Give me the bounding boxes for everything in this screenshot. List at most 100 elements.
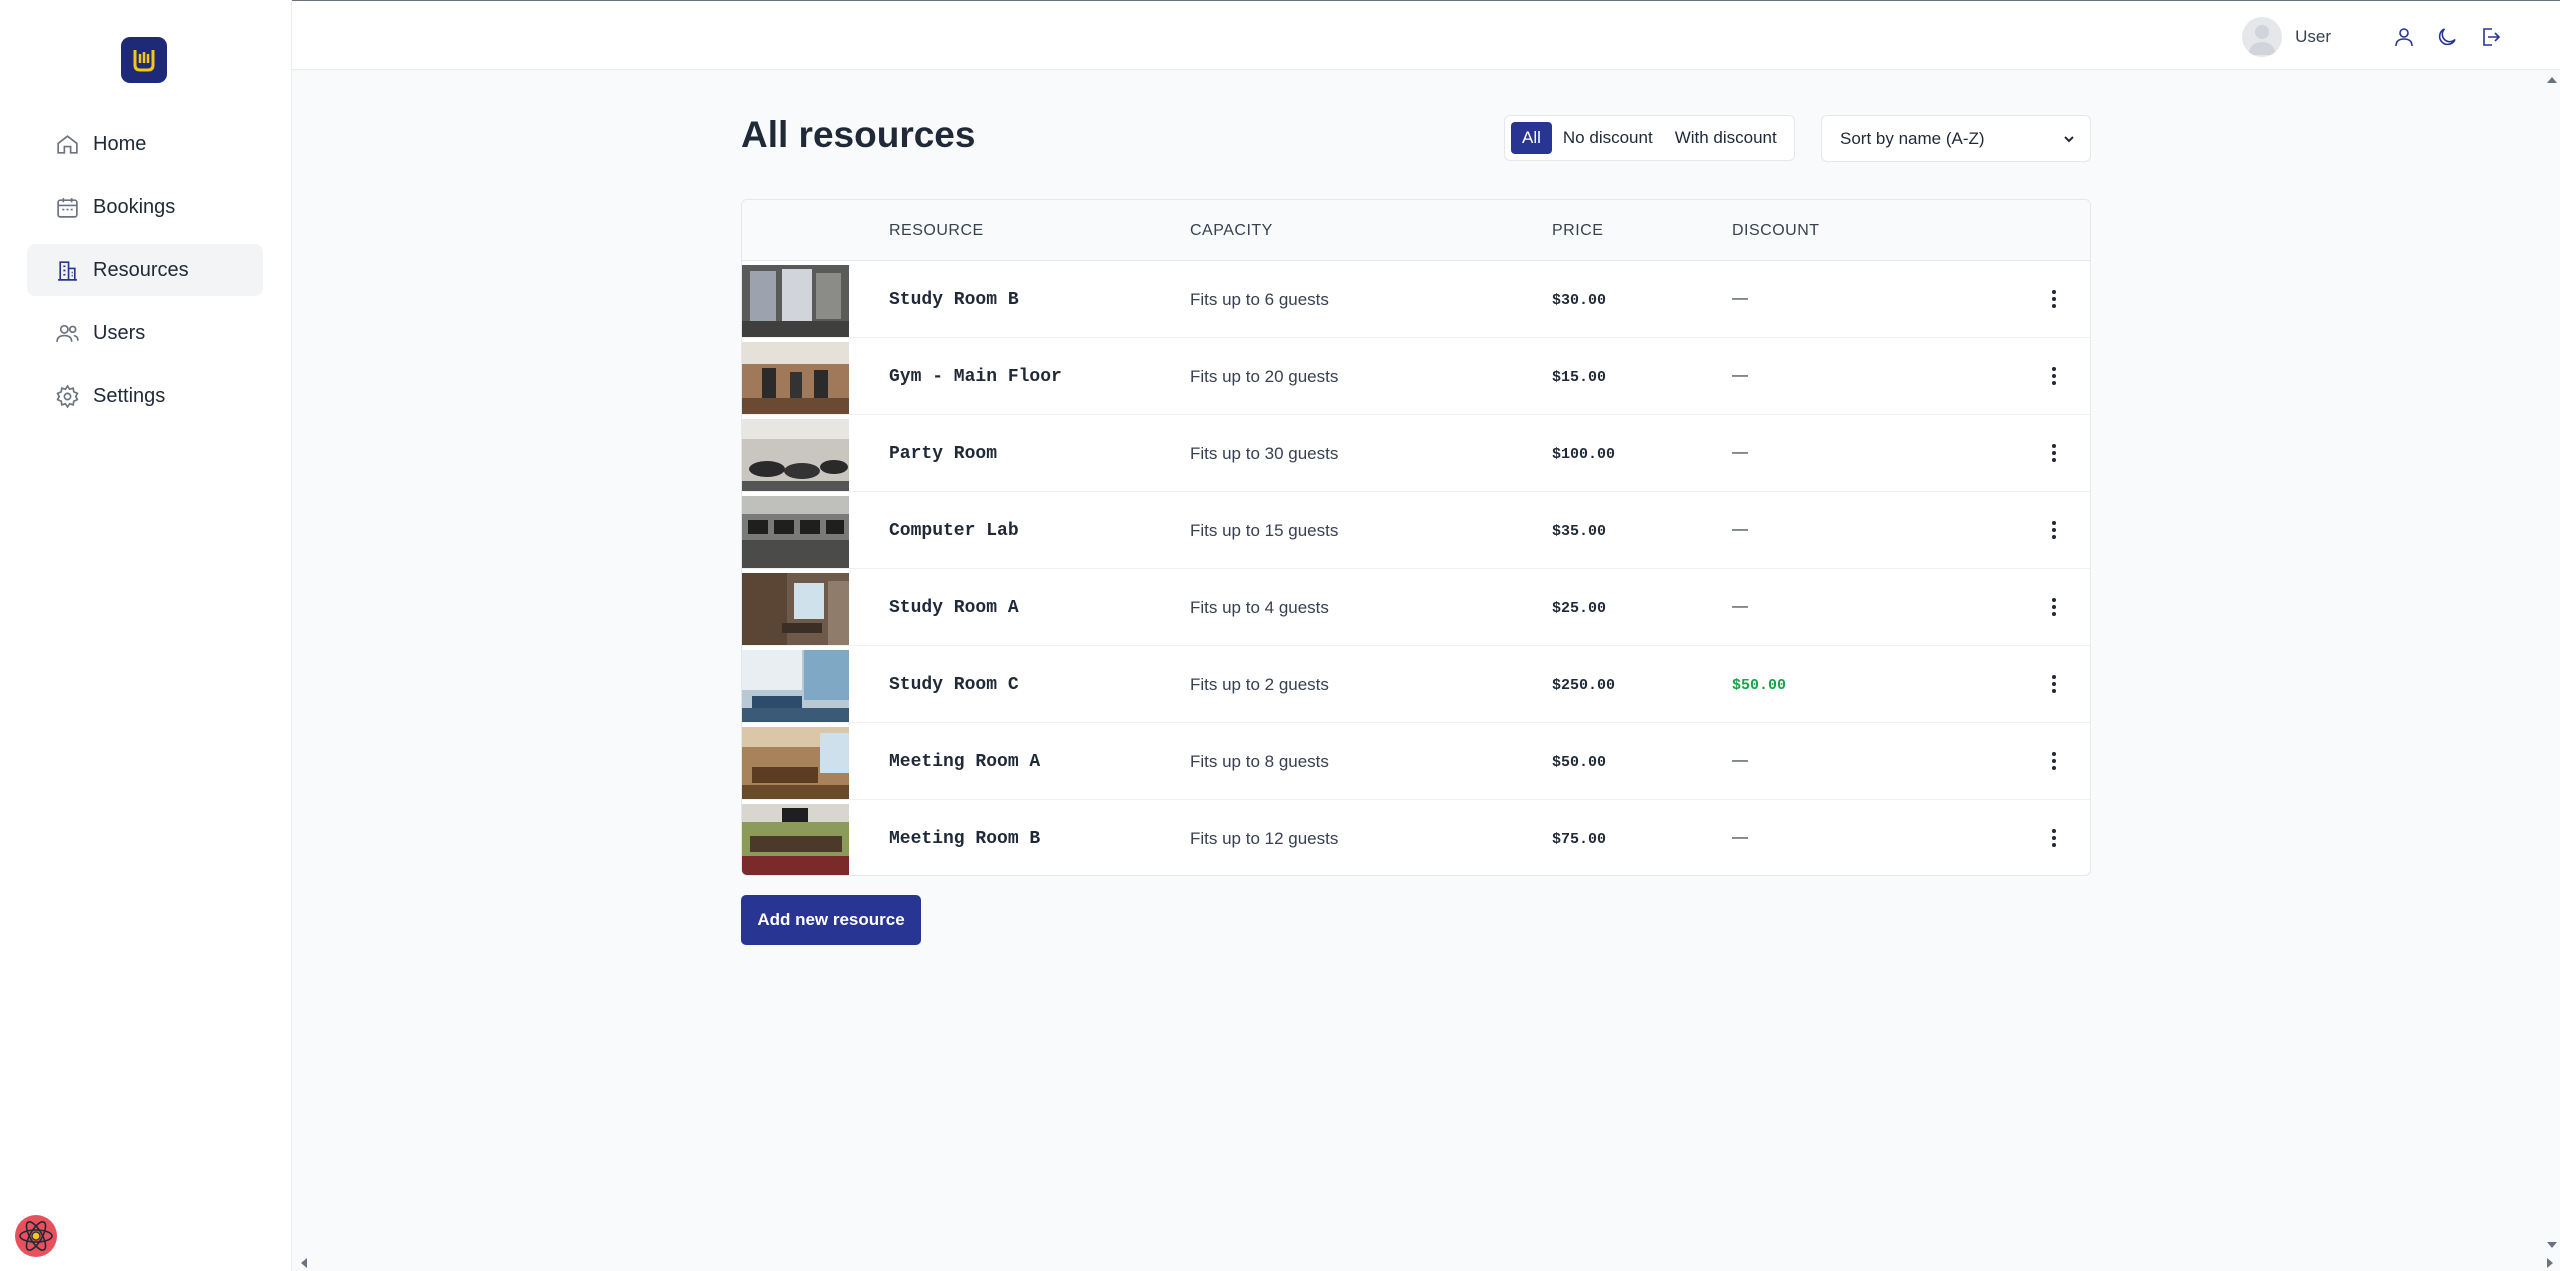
scroll-up-arrow-icon[interactable] bbox=[2544, 72, 2560, 88]
sidebar-item-resources[interactable]: Resources bbox=[27, 244, 263, 296]
resource-name: Meeting Room A bbox=[889, 752, 1041, 772]
react-devtools-icon[interactable] bbox=[13, 1213, 59, 1259]
sidebar-item-users[interactable]: Users bbox=[27, 307, 263, 359]
sidebar-item-home[interactable]: Home bbox=[27, 118, 263, 170]
resource-thumbnail bbox=[742, 573, 849, 645]
table-row[interactable]: Computer Lab Fits up to 15 guests $35.00… bbox=[742, 492, 2090, 569]
more-options-icon[interactable] bbox=[2042, 364, 2066, 388]
resource-discount: — bbox=[1732, 367, 1748, 384]
table-row[interactable]: Study Room B Fits up to 6 guests $30.00 … bbox=[742, 261, 2090, 338]
resource-capacity: Fits up to 2 guests bbox=[1190, 675, 1329, 694]
user-name: User bbox=[2295, 27, 2331, 46]
avatar[interactable] bbox=[2242, 17, 2283, 57]
more-options-icon[interactable] bbox=[2042, 441, 2066, 465]
resource-discount: — bbox=[1732, 598, 1748, 615]
column-header-price[interactable]: PRICE bbox=[1552, 222, 1603, 240]
scroll-left-arrow-icon[interactable] bbox=[296, 1255, 312, 1271]
user-area: User bbox=[2242, 15, 2502, 59]
scroll-down-arrow-icon[interactable] bbox=[2544, 1237, 2560, 1253]
gear-icon bbox=[56, 384, 79, 408]
user-profile-icon[interactable] bbox=[2392, 25, 2416, 49]
more-options-icon[interactable] bbox=[2042, 749, 2066, 773]
sidebar: Home Bookings Resources Users Settings bbox=[0, 0, 292, 1271]
resource-name: Study Room B bbox=[889, 290, 1019, 310]
add-new-resource-button[interactable]: Add new resource bbox=[741, 895, 921, 945]
sidebar-nav: Home Bookings Resources Users Settings bbox=[27, 118, 263, 433]
resource-name: Study Room A bbox=[889, 598, 1019, 618]
sidebar-item-label: Users bbox=[93, 321, 146, 344]
sidebar-item-settings[interactable]: Settings bbox=[27, 370, 263, 422]
resource-discount: $50.00 bbox=[1732, 677, 1787, 694]
resource-thumbnail bbox=[742, 419, 849, 491]
resource-capacity: Fits up to 30 guests bbox=[1190, 444, 1339, 463]
home-icon bbox=[57, 134, 78, 154]
resource-price: $25.00 bbox=[1552, 600, 1607, 617]
resource-capacity: Fits up to 12 guests bbox=[1190, 829, 1339, 848]
resource-price: $30.00 bbox=[1552, 292, 1607, 309]
table-row[interactable]: Meeting Room B Fits up to 12 guests $75.… bbox=[742, 800, 2090, 875]
logo-icon bbox=[133, 50, 155, 72]
resource-thumbnail bbox=[742, 265, 849, 337]
more-options-icon[interactable] bbox=[2042, 826, 2066, 850]
filter-no-discount-button[interactable]: No discount bbox=[1552, 122, 1664, 154]
resource-name: Study Room C bbox=[889, 675, 1019, 695]
column-header-capacity[interactable]: CAPACITY bbox=[1190, 222, 1273, 240]
filter-with-discount-button[interactable]: With discount bbox=[1664, 122, 1788, 154]
users-icon bbox=[56, 324, 79, 342]
app-logo[interactable] bbox=[121, 37, 167, 83]
scroll-right-arrow-icon[interactable] bbox=[2542, 1255, 2558, 1271]
sidebar-item-bookings[interactable]: Bookings bbox=[27, 181, 263, 233]
calendar-icon bbox=[57, 197, 78, 218]
resource-thumbnail bbox=[742, 496, 849, 568]
building-icon bbox=[58, 260, 77, 281]
resource-price: $50.00 bbox=[1552, 754, 1607, 771]
table-row[interactable]: Gym - Main Floor Fits up to 20 guests $1… bbox=[742, 338, 2090, 415]
discount-filter-group: All No discount With discount bbox=[1504, 115, 1795, 161]
table-row[interactable]: Party Room Fits up to 30 guests $100.00 … bbox=[742, 415, 2090, 492]
sort-select[interactable]: Sort by name (A-Z) bbox=[1821, 115, 2091, 162]
resource-name: Meeting Room B bbox=[889, 829, 1041, 849]
table-row[interactable]: Study Room C Fits up to 2 guests $250.00… bbox=[742, 646, 2090, 723]
more-options-icon[interactable] bbox=[2042, 518, 2066, 542]
more-options-icon[interactable] bbox=[2042, 595, 2066, 619]
resource-discount: — bbox=[1732, 290, 1748, 307]
top-bar: User bbox=[292, 0, 2560, 70]
sidebar-item-label: Bookings bbox=[93, 195, 176, 218]
filter-all-button[interactable]: All bbox=[1511, 122, 1552, 154]
table-row[interactable]: Study Room A Fits up to 4 guests $25.00 … bbox=[742, 569, 2090, 646]
more-options-icon[interactable] bbox=[2042, 672, 2066, 696]
resource-discount: — bbox=[1732, 444, 1748, 461]
resource-price: $75.00 bbox=[1552, 831, 1607, 848]
table-row[interactable]: Meeting Room A Fits up to 8 guests $50.0… bbox=[742, 723, 2090, 800]
page-title: All resources bbox=[741, 114, 976, 155]
resource-price: $100.00 bbox=[1552, 446, 1616, 463]
resource-discount: — bbox=[1732, 752, 1748, 769]
resource-thumbnail bbox=[742, 650, 849, 722]
column-header-resource[interactable]: RESOURCE bbox=[889, 222, 984, 240]
resource-name: Gym - Main Floor bbox=[889, 367, 1062, 387]
resource-capacity: Fits up to 8 guests bbox=[1190, 752, 1329, 771]
sidebar-item-label: Home bbox=[93, 132, 147, 155]
resource-thumbnail bbox=[742, 342, 849, 414]
sort-select-value: Sort by name (A-Z) bbox=[1840, 128, 1985, 148]
resource-thumbnail bbox=[742, 804, 849, 875]
resource-capacity: Fits up to 20 guests bbox=[1190, 367, 1339, 386]
avatar-icon bbox=[2248, 25, 2277, 55]
sidebar-item-label: Resources bbox=[93, 258, 189, 281]
logout-icon[interactable] bbox=[2478, 25, 2502, 49]
resource-capacity: Fits up to 15 guests bbox=[1190, 521, 1339, 540]
resource-discount: — bbox=[1732, 829, 1748, 846]
chevron-down-icon bbox=[2064, 135, 2074, 142]
resource-capacity: Fits up to 4 guests bbox=[1190, 598, 1329, 617]
resource-price: $15.00 bbox=[1552, 369, 1607, 386]
column-header-discount[interactable]: DISCOUNT bbox=[1732, 222, 1820, 240]
more-options-icon[interactable] bbox=[2042, 287, 2066, 311]
table-header: RESOURCE CAPACITY PRICE DISCOUNT bbox=[742, 200, 2090, 261]
moon-icon[interactable] bbox=[2435, 25, 2459, 49]
resources-table: RESOURCE CAPACITY PRICE DISCOUNT Study R… bbox=[741, 199, 2091, 876]
resource-discount: — bbox=[1732, 521, 1748, 538]
resource-capacity: Fits up to 6 guests bbox=[1190, 290, 1329, 309]
resource-price: $250.00 bbox=[1552, 677, 1616, 694]
sidebar-item-label: Settings bbox=[93, 384, 166, 407]
resource-name: Computer Lab bbox=[889, 521, 1019, 541]
